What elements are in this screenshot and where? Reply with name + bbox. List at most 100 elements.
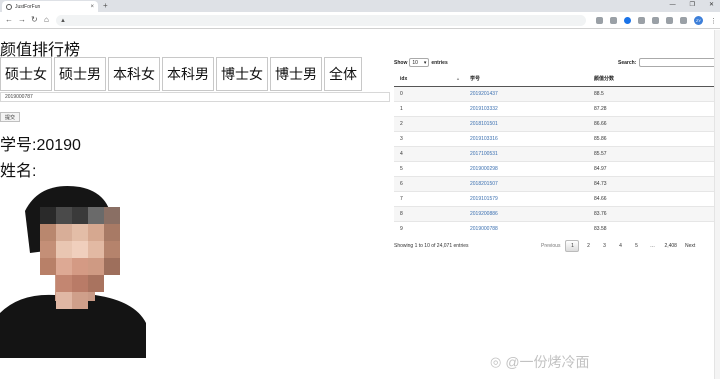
maximize-button[interactable]: ❐ — [690, 0, 695, 10]
category-button-bachelor-male[interactable]: 本科男 — [162, 57, 214, 91]
cell-idx: 9 — [394, 220, 464, 236]
column-header-label: idx — [400, 75, 408, 82]
media-icon[interactable] — [680, 17, 687, 24]
table-info: Showing 1 to 10 of 24,071 entries — [394, 243, 469, 249]
length-label-suffix: entries — [431, 59, 448, 66]
cell-student-id[interactable]: 2018201507 — [464, 175, 588, 191]
table-row: 8 2019200886 83.76 — [394, 205, 714, 221]
table-controls: Show 10 ▾ entries Search: — [394, 56, 720, 68]
cell-student-id[interactable]: 2019201437 — [464, 85, 588, 101]
category-button-bachelor-female[interactable]: 本科女 — [108, 57, 160, 91]
pagination-page[interactable]: 1 — [565, 240, 580, 252]
menu-icon[interactable]: ⋮ — [710, 17, 717, 25]
submit-button[interactable]: 提交 — [0, 112, 20, 122]
column-header-student-id[interactable]: 学号 — [464, 72, 588, 87]
cell-idx: 0 — [394, 85, 464, 101]
table-row: 5 2019000298 84.97 — [394, 160, 714, 176]
puzzle-icon[interactable] — [666, 17, 673, 24]
browser-tab-strip: JustForFun × + — ❐ ✕ — [0, 0, 720, 12]
cell-score: 85.86 — [588, 130, 714, 146]
home-button[interactable]: ⌂ — [44, 15, 49, 24]
browser-tab[interactable]: JustForFun × — [2, 1, 98, 12]
entries-per-page-value: 10 — [412, 59, 418, 66]
cell-idx: 1 — [394, 100, 464, 116]
cell-student-id[interactable]: 2019101579 — [464, 190, 588, 206]
cell-student-id[interactable]: 2019200886 — [464, 205, 588, 221]
cell-student-id[interactable]: 2018101501 — [464, 115, 588, 131]
chevron-down-icon: ▾ — [423, 59, 427, 66]
cell-student-id[interactable]: 2019103316 — [464, 130, 588, 146]
category-button-phd-female[interactable]: 博士女 — [216, 57, 268, 91]
scrollbar[interactable] — [714, 30, 720, 379]
table-row: 9 2019000788 83.58 — [394, 220, 714, 236]
cell-score: 84.66 — [588, 190, 714, 206]
close-icon[interactable]: × — [90, 4, 94, 10]
cell-idx: 3 — [394, 130, 464, 146]
cell-score: 83.58 — [588, 220, 714, 236]
warning-icon[interactable]: ▲ — [60, 18, 66, 24]
pagination-page[interactable]: 4 — [613, 240, 627, 252]
cell-score: 84.97 — [588, 160, 714, 176]
tab-title: JustForFun — [15, 3, 41, 10]
globe-icon — [6, 3, 12, 10]
star-icon[interactable] — [610, 17, 617, 24]
watermark: ◎ @一份烤冷面 — [490, 352, 590, 372]
address-bar[interactable]: ▲ — [56, 15, 586, 26]
cell-idx: 5 — [394, 160, 464, 176]
cell-student-id[interactable]: 2019103332 — [464, 100, 588, 116]
pagination-previous[interactable]: Previous — [538, 240, 563, 252]
category-button-master-male[interactable]: 硕士男 — [54, 57, 106, 91]
table-search: Search: — [618, 58, 718, 67]
pagination-next[interactable]: Next — [682, 240, 698, 252]
table-row: 1 2019103332 87.28 — [394, 100, 714, 116]
cell-score: 85.57 — [588, 145, 714, 161]
cell-student-id[interactable]: 2019000298 — [464, 160, 588, 176]
back-button[interactable]: ← — [5, 15, 13, 24]
category-button-master-female[interactable]: 硕士女 — [0, 57, 52, 91]
category-button-phd-male[interactable]: 博士男 — [270, 57, 322, 91]
extension-icon[interactable] — [624, 17, 631, 24]
search-label: Search: — [618, 59, 637, 66]
pagination: Previous 1 2 3 4 5 … 2,408 Next — [536, 240, 698, 252]
sort-asc-icon: ▲ — [456, 76, 460, 81]
table-row: 2 2018101501 86.66 — [394, 115, 714, 131]
student-id-input[interactable]: 2019000787 — [0, 92, 390, 102]
category-button-all[interactable]: 全体 — [324, 57, 362, 91]
table-row: 0 2019201437 88.5 — [394, 85, 714, 101]
cell-idx: 8 — [394, 205, 464, 221]
cell-student-id[interactable]: 2017100531 — [464, 145, 588, 161]
pagination-page[interactable]: 5 — [629, 240, 643, 252]
ranking-table: idx ▲ 学号 颜值分数 0 2019201437 88.5 1 2019103332 8… — [394, 72, 714, 236]
cell-score: 84.73 — [588, 175, 714, 191]
table-header-row: idx ▲ 学号 颜值分数 — [394, 72, 714, 87]
search-input[interactable] — [639, 58, 718, 67]
browser-toolbar: ← → ↻ ⌂ ▲ ZY ⋮ — [0, 12, 720, 29]
translate-icon[interactable] — [596, 17, 603, 24]
profile-avatar[interactable]: ZY — [694, 16, 703, 25]
cell-student-id[interactable]: 2019000788 — [464, 220, 588, 236]
cell-score: 86.66 — [588, 115, 714, 131]
category-button-row: 硕士女 硕士男 本科女 本科男 博士女 博士男 全体 — [0, 57, 362, 91]
extension-icon[interactable] — [638, 17, 645, 24]
extension-area: ZY ⋮ — [596, 16, 717, 25]
cell-idx: 4 — [394, 145, 464, 161]
pagination-page[interactable]: 2,408 — [661, 240, 680, 252]
pagination-page[interactable]: 3 — [597, 240, 611, 252]
extension-icon[interactable] — [652, 17, 659, 24]
close-window-button[interactable]: ✕ — [709, 0, 714, 10]
column-header-idx[interactable]: idx ▲ — [394, 72, 464, 87]
watermark-text: @一份烤冷面 — [505, 354, 590, 370]
minimize-button[interactable]: — — [670, 0, 676, 10]
forward-button[interactable]: → — [18, 15, 26, 24]
entries-per-page-select[interactable]: 10 ▾ — [409, 58, 430, 67]
student-photo — [0, 183, 146, 358]
column-header-score[interactable]: 颜值分数 — [588, 72, 714, 87]
cell-score: 88.5 — [588, 85, 714, 101]
pagination-page[interactable]: 2 — [581, 240, 595, 252]
reload-button[interactable]: ↻ — [31, 15, 38, 24]
cell-idx: 2 — [394, 115, 464, 131]
new-tab-button[interactable]: + — [103, 1, 108, 10]
redaction-patch — [90, 128, 130, 152]
pagination-ellipsis: … — [649, 243, 655, 249]
entries-length-control: Show 10 ▾ entries — [394, 58, 448, 67]
